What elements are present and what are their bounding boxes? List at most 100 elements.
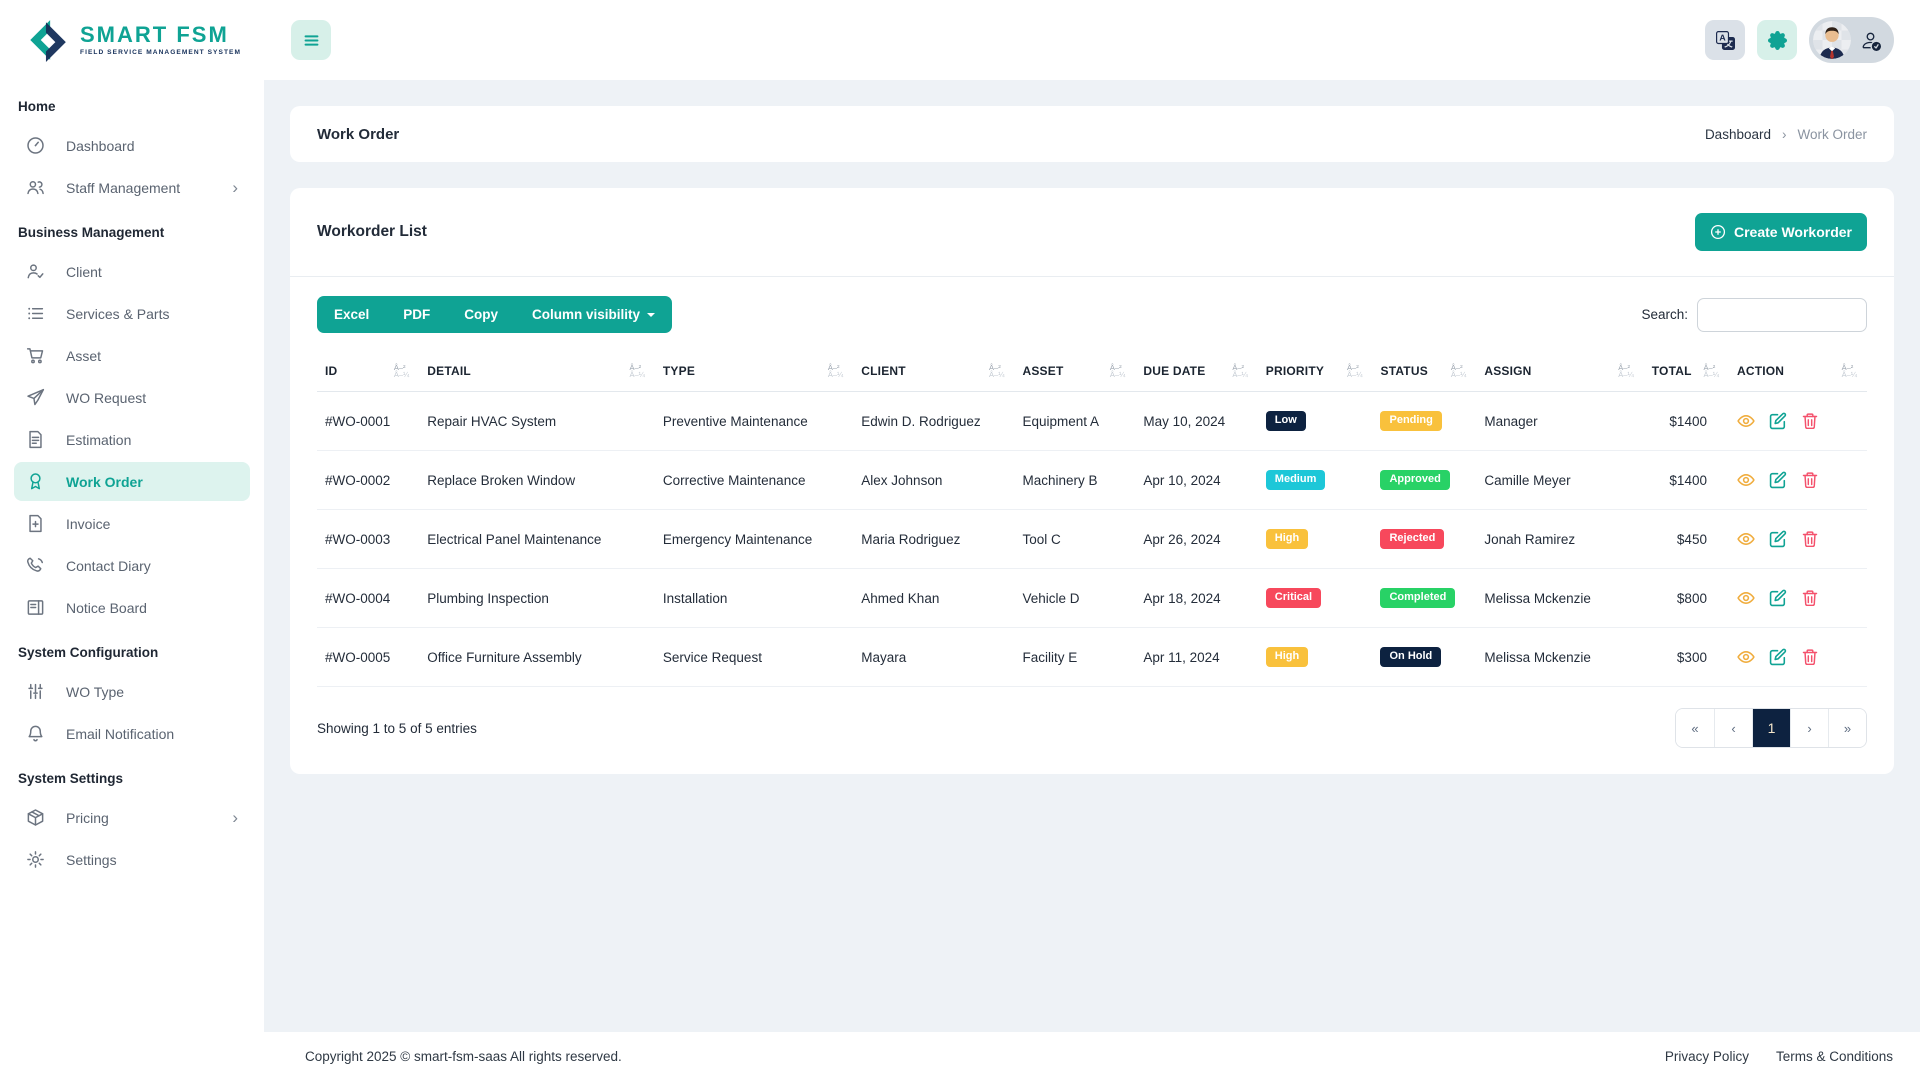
footer-link-privacy-policy[interactable]: Privacy Policy (1665, 1049, 1749, 1064)
eye-icon (1737, 471, 1755, 489)
sidebar-item-asset[interactable]: Asset (14, 336, 250, 375)
edit-button[interactable] (1769, 471, 1787, 489)
trash-icon (1801, 471, 1819, 489)
sidebar-item-label: Client (66, 263, 102, 280)
column-header-client[interactable]: CLIENT â–² â–¼ (853, 352, 1015, 392)
sidebar-item-settings[interactable]: Settings (14, 840, 250, 879)
view-button[interactable] (1737, 648, 1755, 666)
footer-links: Privacy Policy Terms & Conditions (1665, 1049, 1893, 1064)
view-button[interactable] (1737, 471, 1755, 489)
cell-action (1728, 627, 1867, 687)
edit-icon (1769, 589, 1787, 607)
cell-status: Approved (1372, 450, 1477, 510)
table-row: #WO-0004 Plumbing Inspection Installation A… (317, 568, 1867, 628)
sort-desc-icon: â–¼ (1232, 370, 1248, 379)
avatar (1813, 21, 1851, 59)
sidebar-item-estimation[interactable]: Estimation (14, 420, 250, 459)
sidebar-item-email-notification[interactable]: Email Notification (14, 714, 250, 753)
cell-client: Edwin D. Rodriguez (853, 391, 1015, 451)
profile-menu[interactable] (1809, 17, 1894, 63)
sidebar-item-notice-board[interactable]: Notice Board (14, 588, 250, 627)
sidebar-item-wo-type[interactable]: WO Type (14, 672, 250, 711)
cell-action (1728, 509, 1867, 569)
sidebar-item-contact-diary[interactable]: Contact Diary (14, 546, 250, 585)
brand-logo-icon (24, 17, 70, 63)
cell-total: $450 (1643, 509, 1729, 569)
cell-assign: Camille Meyer (1476, 450, 1644, 510)
delete-button[interactable] (1801, 471, 1819, 489)
brand[interactable]: SMART FSM FIELD SERVICE MANAGEMENT SYSTE… (0, 0, 264, 80)
page-header-card: Work Order Dashboard › Work Order (290, 106, 1894, 162)
delete-button[interactable] (1801, 412, 1819, 430)
export-copy-button[interactable]: Copy (447, 296, 515, 333)
pagination-last-button[interactable]: » (1828, 709, 1866, 747)
priority-badge: Critical (1265, 588, 1322, 608)
sidebar-toggle-button[interactable] (291, 20, 331, 60)
view-button[interactable] (1737, 589, 1755, 607)
sidebar-item-services-parts[interactable]: Services & Parts (14, 294, 250, 333)
cell-status: Completed (1372, 568, 1477, 628)
column-header-total[interactable]: TOTAL â–² â–¼ (1643, 352, 1729, 392)
priority-badge: High (1265, 647, 1309, 667)
footer: Copyright 2025 © smart-fsm-saas All righ… (264, 1032, 1920, 1080)
footer-link-terms-conditions[interactable]: Terms & Conditions (1776, 1049, 1893, 1064)
delete-button[interactable] (1801, 530, 1819, 548)
edit-button[interactable] (1769, 412, 1787, 430)
sidebar-item-invoice[interactable]: Invoice (14, 504, 250, 543)
sort-icon: â–² â–¼ (1703, 364, 1721, 379)
column-header-detail[interactable]: DETAIL â–² â–¼ (419, 352, 655, 392)
create-workorder-button[interactable]: Create Workorder (1694, 213, 1867, 251)
sidebar-item-label: Staff Management (66, 179, 181, 196)
eye-icon (1737, 530, 1755, 548)
search-input[interactable] (1697, 297, 1867, 332)
chevron-right-icon: › (232, 807, 238, 827)
cell-total: $800 (1643, 568, 1729, 628)
edit-button[interactable] (1769, 530, 1787, 548)
cell-asset: Equipment A (1014, 391, 1136, 451)
sidebar-item-dashboard[interactable]: Dashboard (14, 126, 250, 165)
sidebar-section-heading-system-settings: System Settings (18, 771, 124, 786)
edit-button[interactable] (1769, 648, 1787, 666)
delete-button[interactable] (1801, 648, 1819, 666)
edit-icon (1769, 471, 1787, 489)
delete-button[interactable] (1801, 589, 1819, 607)
pagination-first-button[interactable]: « (1676, 709, 1714, 747)
sidebar-item-pricing[interactable]: Pricing › (14, 798, 250, 837)
column-header-asset[interactable]: ASSET â–² â–¼ (1014, 352, 1136, 392)
cell-id: #WO-0004 (317, 568, 420, 628)
view-button[interactable] (1737, 530, 1755, 548)
breadcrumb-dashboard-link[interactable]: Dashboard (1705, 127, 1771, 142)
column-visibility-button[interactable]: Column visibility (515, 296, 672, 333)
sort-desc-icon: â–¼ (1109, 370, 1126, 379)
status-badge: Completed (1380, 588, 1456, 608)
sort-desc-icon: â–¼ (1703, 370, 1719, 379)
language-button[interactable] (1705, 20, 1745, 60)
column-header-priority[interactable]: PRIORITY â–² â–¼ (1257, 352, 1373, 392)
column-header-assign[interactable]: ASSIGN â–² â–¼ (1476, 352, 1644, 392)
sidebar-item-wo-request[interactable]: WO Request (14, 378, 250, 417)
pagination-next-button[interactable]: › (1790, 709, 1828, 747)
column-header-action[interactable]: ACTION â–² â–¼ (1728, 352, 1867, 392)
export-pdf-button[interactable]: PDF (386, 296, 447, 333)
workorder-table: ID â–² â–¼ DETAIL â–² â–¼ TYPE â–² â–¼ CLIENT â–² â… (317, 352, 1867, 687)
column-header-due-date[interactable]: DUE DATE â–² â–¼ (1135, 352, 1258, 392)
sidebar-item-work-order[interactable]: Work Order (14, 462, 250, 501)
export-excel-button[interactable]: Excel (317, 296, 386, 333)
sort-icon: â–² â–¼ (1842, 364, 1859, 379)
cell-type: Installation (654, 568, 854, 628)
pagination-page-1[interactable]: 1 (1752, 709, 1790, 747)
column-header-type[interactable]: TYPE â–² â–¼ (654, 352, 854, 392)
cell-asset: Machinery B (1014, 450, 1136, 510)
column-header-id[interactable]: ID â–² â–¼ (317, 352, 420, 392)
cell-id: #WO-0005 (317, 627, 420, 687)
cell-due-date: Apr 11, 2024 (1135, 627, 1258, 687)
sidebar-item-client[interactable]: Client (14, 252, 250, 291)
sort-icon: â–² â–¼ (1232, 364, 1249, 379)
view-button[interactable] (1737, 412, 1755, 430)
edit-button[interactable] (1769, 589, 1787, 607)
column-header-status[interactable]: STATUS â–² â–¼ (1372, 352, 1477, 392)
sliders-icon (26, 682, 45, 701)
sidebar-item-staff-management[interactable]: Staff Management › (14, 168, 250, 207)
settings-button[interactable] (1757, 20, 1797, 60)
pagination-previous-button[interactable]: ‹ (1714, 709, 1752, 747)
